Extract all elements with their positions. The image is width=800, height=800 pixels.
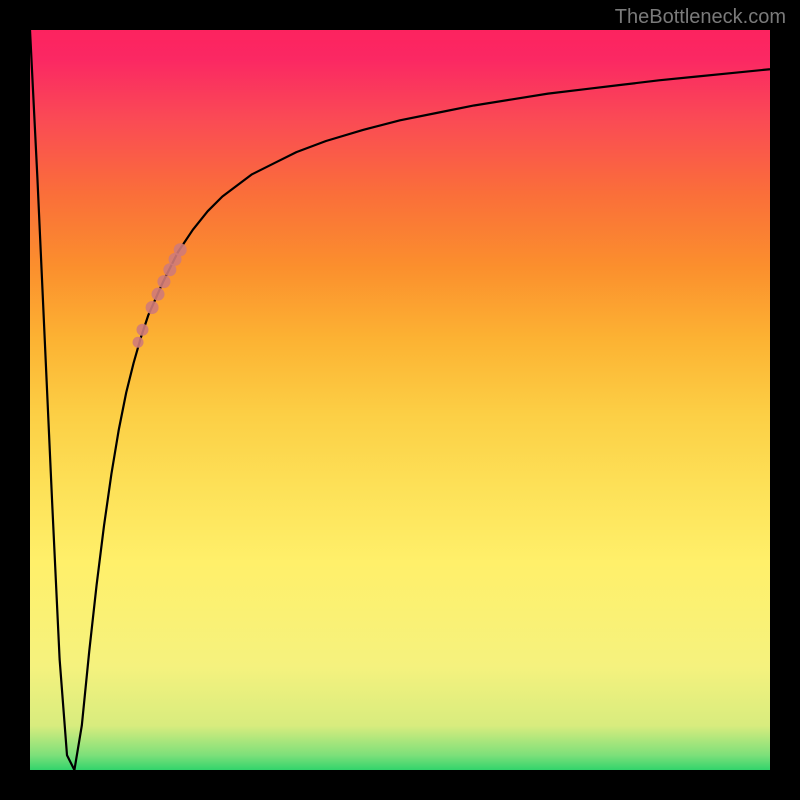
curve-overlay [30, 30, 770, 770]
curve-marker [133, 337, 144, 348]
curve-marker [152, 288, 165, 301]
watermark-text: TheBottleneck.com [615, 6, 786, 29]
curve-marker [146, 301, 159, 314]
curve-marker [136, 324, 148, 336]
plot-area [30, 30, 770, 770]
bottleneck-curve [30, 30, 770, 770]
chart-frame: TheBottleneck.com [0, 0, 800, 800]
curve-marker [157, 275, 170, 288]
curve-marker [174, 243, 187, 256]
marker-group [133, 243, 187, 348]
